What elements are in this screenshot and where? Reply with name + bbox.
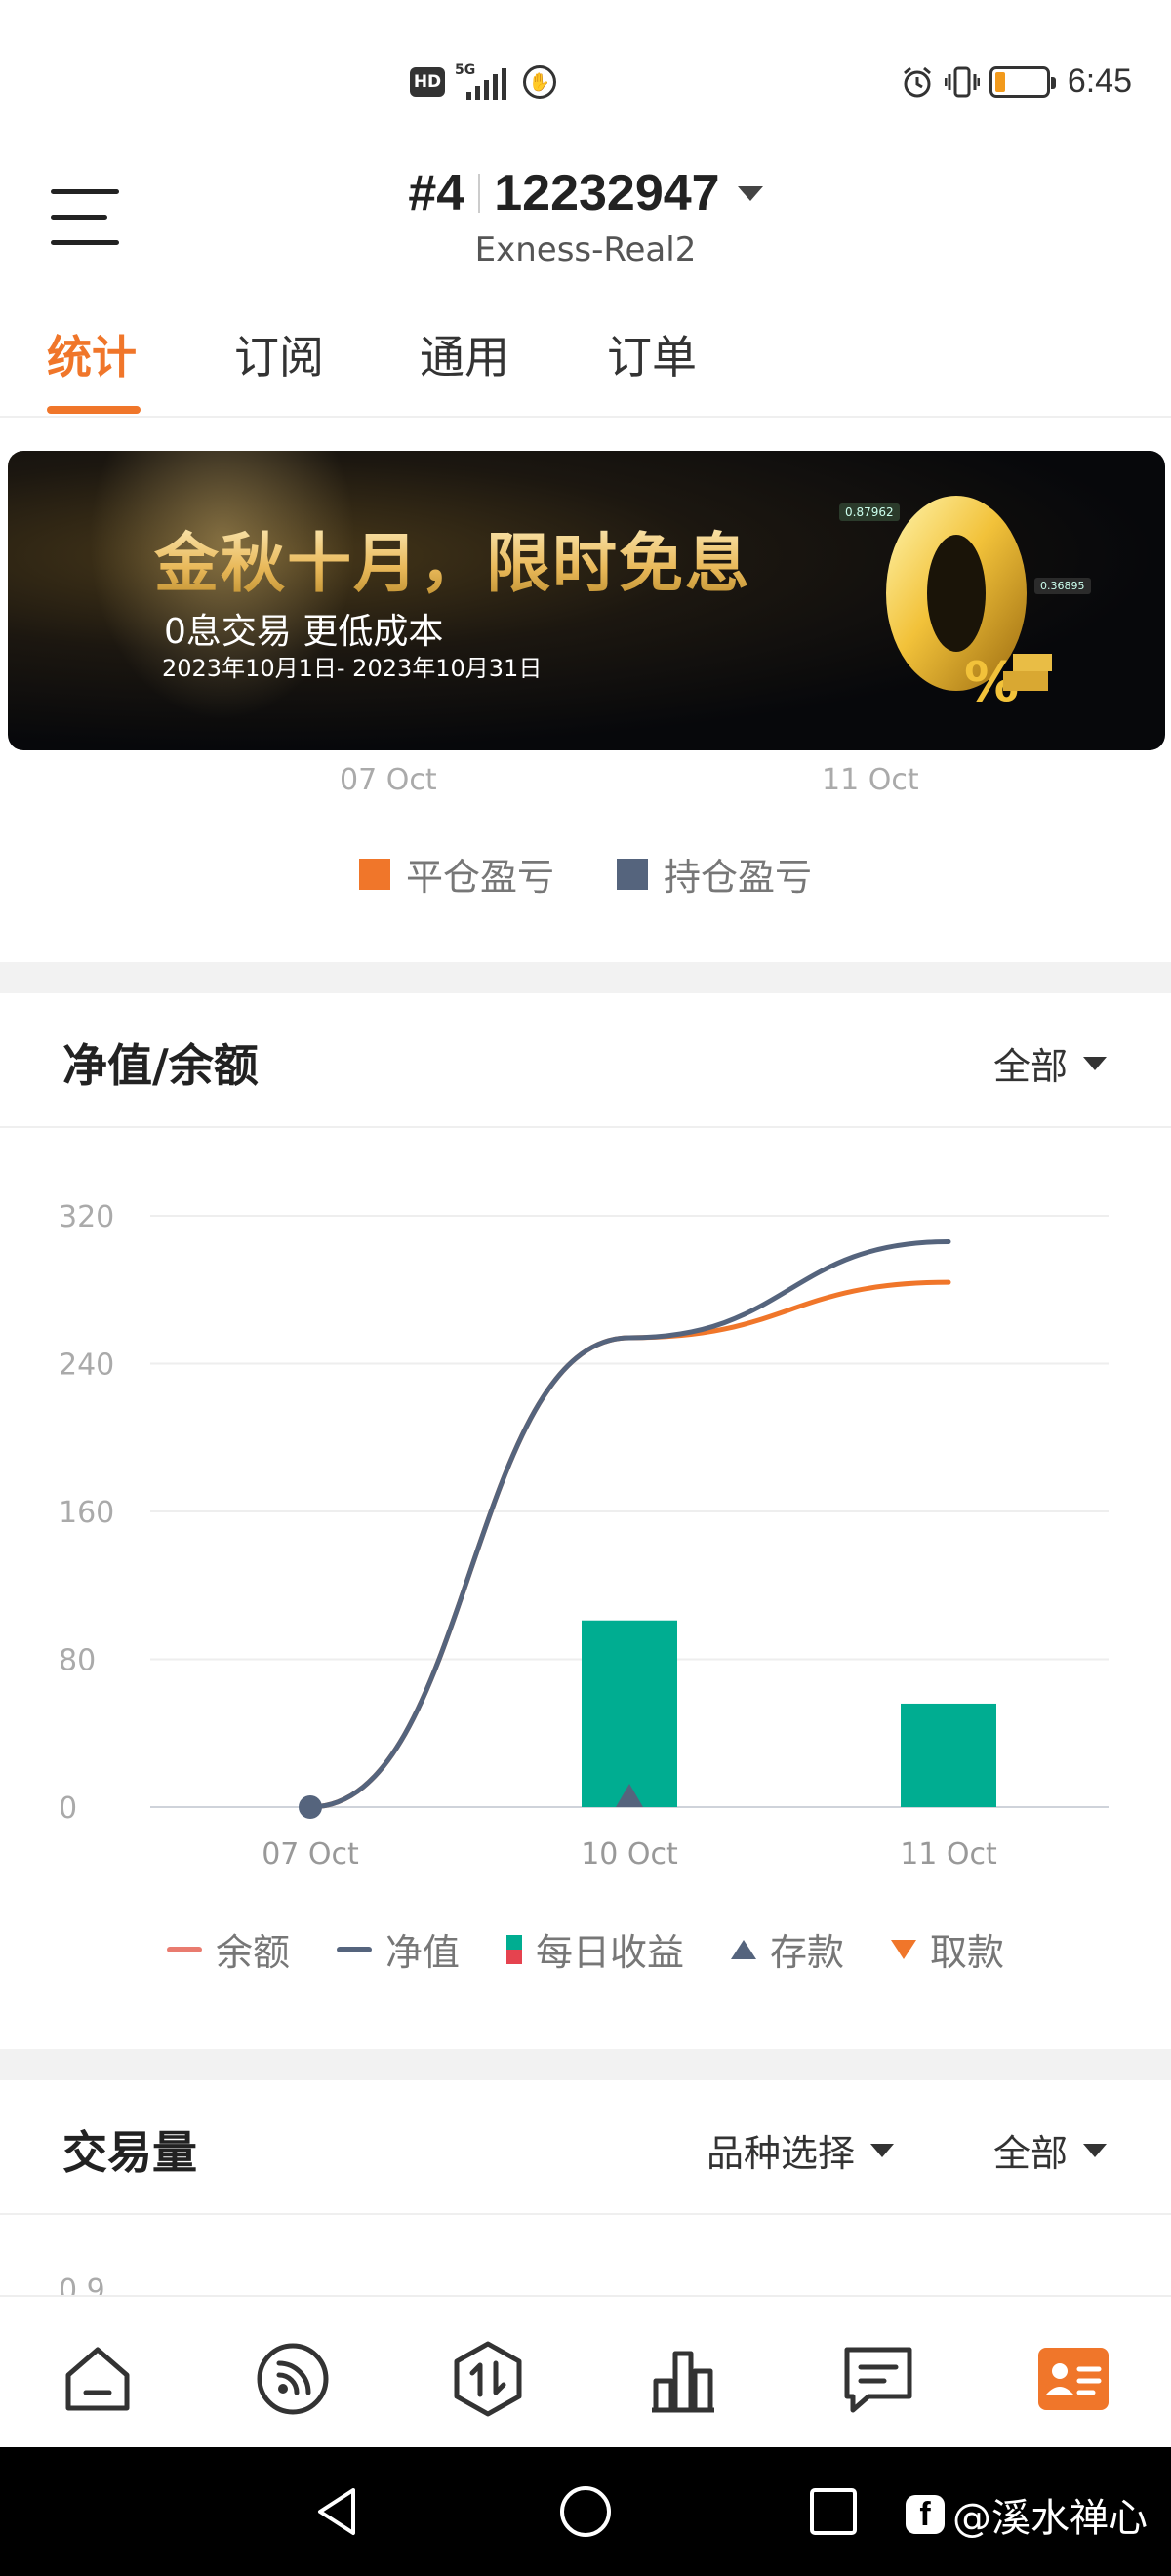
legend-label: 持仓盈亏 <box>664 856 813 899</box>
x-axis-label: 11 Oct <box>822 763 919 797</box>
legend-closed-pnl[interactable]: 平仓盈亏 <box>358 847 554 901</box>
x-axis-label: 07 Oct <box>340 763 437 797</box>
facebook-icon: f <box>906 2495 945 2534</box>
banner-subtitle: 0息交易 更低成本 <box>164 612 444 652</box>
status-indicators: HD 5G ✋ <box>410 62 556 100</box>
legend-withdrawal[interactable]: 取款 <box>891 1922 1004 1976</box>
filter-label: 全部 <box>992 1045 1068 1088</box>
y-tick-label: 240 <box>59 1348 114 1383</box>
legend-swatch <box>166 1946 202 1952</box>
vibrate-icon <box>944 66 980 97</box>
legend-equity[interactable]: 净值 <box>336 1922 460 1976</box>
caret-down-icon <box>1083 1056 1107 1070</box>
signals-icon[interactable] <box>254 2340 332 2418</box>
symbol-filter-dropdown[interactable]: 品种选择 <box>707 2123 894 2177</box>
watermark: f @溪水禅心 <box>906 2486 1148 2543</box>
legend-swatch <box>505 1934 522 1964</box>
tab-statistics[interactable]: 统计 <box>47 322 137 386</box>
clock: 6:45 <box>1067 62 1132 100</box>
section-divider <box>0 962 1171 993</box>
signal-icon: 5G <box>455 62 513 100</box>
alarm-icon <box>903 66 931 97</box>
x-tick-label: 11 Oct <box>900 1837 997 1872</box>
watermark-text: @溪水禅心 <box>952 2496 1148 2541</box>
zero-percent-graphic: % <box>886 496 1052 714</box>
x-tick-label: 10 Oct <box>581 1837 678 1872</box>
legend-daily-profit[interactable]: 每日收益 <box>505 1922 684 1976</box>
promo-banner[interactable]: 金秋十月，限时免息 0息交易 更低成本 2023年10月1日- 2023年10月… <box>8 451 1165 750</box>
legend-swatch <box>336 1946 372 1952</box>
legend-swatch <box>891 1939 917 1959</box>
recents-icon[interactable] <box>806 2484 861 2539</box>
home-circle-icon[interactable] <box>558 2484 613 2539</box>
legend-label: 存款 <box>770 1931 845 1974</box>
legend-deposit[interactable]: 存款 <box>731 1922 844 1976</box>
legend-label: 平仓盈亏 <box>405 856 554 899</box>
battery-icon <box>989 65 1056 98</box>
hand-icon: ✋ <box>523 65 556 99</box>
legend-label: 余额 <box>215 1931 290 1974</box>
x-tick-label: 07 Oct <box>262 1837 359 1872</box>
start-point <box>299 1795 322 1819</box>
messages-icon[interactable] <box>839 2340 917 2418</box>
y-tick-label: 160 <box>59 1496 114 1530</box>
app-header: #4 12232947 Exness-Real2 <box>0 146 1171 293</box>
section-title: 交易量 <box>62 2126 197 2179</box>
tab-bar: 统计 订阅 通用 订单 <box>0 293 1171 418</box>
daily-profit-bar <box>901 1703 996 1807</box>
daily-profit-bar <box>582 1620 677 1807</box>
legend-swatch <box>358 858 390 890</box>
chart-icon[interactable] <box>644 2340 722 2418</box>
legend-balance[interactable]: 余额 <box>166 1922 290 1976</box>
legend-label: 净值 <box>384 1931 460 1974</box>
tab-general[interactable]: 通用 <box>420 322 509 386</box>
legend-label: 取款 <box>930 1931 1005 1974</box>
filter-label: 全部 <box>992 2132 1068 2175</box>
section-title: 净值/余额 <box>62 1039 259 1092</box>
pnl-legend: 平仓盈亏 持仓盈亏 <box>0 847 1171 901</box>
banner-dates: 2023年10月1日- 2023年10月31日 <box>162 655 543 682</box>
section-divider <box>0 2049 1171 2080</box>
account-selector[interactable]: #4 12232947 <box>0 164 1171 222</box>
tab-subscriptions[interactable]: 订阅 <box>234 322 324 386</box>
account-index: #4 <box>408 165 465 221</box>
system-navigation: f @溪水禅心 <box>0 2447 1171 2576</box>
account-number: 12232947 <box>494 165 720 221</box>
active-tab-indicator <box>47 406 141 414</box>
caret-down-icon <box>870 2143 894 2157</box>
filter-label: 品种选择 <box>706 2132 855 2175</box>
range-filter-dropdown[interactable]: 全部 <box>993 2123 1107 2177</box>
profile-icon[interactable] <box>1034 2340 1112 2418</box>
legend-swatch <box>617 858 648 890</box>
y-tick-label: 320 <box>59 1200 114 1234</box>
caret-down-icon <box>1083 2143 1107 2157</box>
status-bar: HD 5G ✋ 6:45 <box>0 0 1171 146</box>
equity-section-header: 净值/余额 全部 <box>0 993 1171 1128</box>
banner-title: 金秋十月，限时免息 <box>154 511 751 605</box>
trade-icon[interactable] <box>449 2340 527 2418</box>
back-icon[interactable] <box>310 2484 365 2539</box>
chevron-down-icon[interactable] <box>737 185 763 201</box>
equity-chart-legend: 余额 净值 每日收益 存款 取款 <box>0 1922 1171 1976</box>
legend-swatch <box>731 1939 756 1959</box>
tab-orders[interactable]: 订单 <box>607 322 697 386</box>
server-name: Exness-Real2 <box>474 230 697 269</box>
equity-balance-chart: 0 80 160 240 320 07 Oct 10 Oct 11 Oct <box>59 1200 1109 1872</box>
home-icon[interactable] <box>59 2340 137 2418</box>
range-filter-dropdown[interactable]: 全部 <box>993 1036 1107 1090</box>
legend-label: 每日收益 <box>535 1931 684 1974</box>
bottom-navigation <box>0 2295 1171 2447</box>
y-tick-label: 0 <box>59 1791 77 1826</box>
legend-open-pnl[interactable]: 持仓盈亏 <box>617 847 812 901</box>
hd-icon: HD <box>410 67 445 97</box>
y-tick-label: 80 <box>59 1644 96 1678</box>
volume-section-header: 交易量 品种选择 全部 <box>0 2080 1171 2215</box>
account-separator <box>478 174 481 213</box>
